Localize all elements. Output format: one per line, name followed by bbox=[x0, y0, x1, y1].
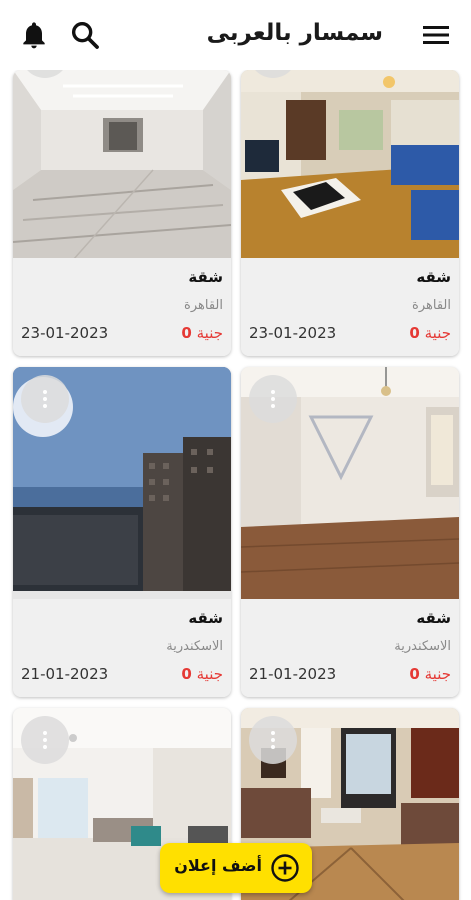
listing-date: 21-01-2023 bbox=[249, 665, 337, 683]
add-listing-label: أضف إعلان bbox=[174, 856, 262, 875]
listing-info: شقه الاسكندرية جنية 0 21-01-2023 bbox=[241, 599, 459, 697]
more-options-button[interactable] bbox=[21, 375, 69, 423]
price-value: 0 bbox=[181, 665, 192, 683]
price-value: 0 bbox=[181, 324, 192, 342]
more-options-button[interactable] bbox=[249, 716, 297, 764]
listing-city: الاسكندرية bbox=[394, 639, 451, 654]
listing-photo bbox=[13, 70, 231, 260]
add-listing-button[interactable]: أضف إعلان bbox=[160, 843, 312, 893]
menu-icon[interactable] bbox=[421, 22, 451, 48]
bell-icon[interactable] bbox=[18, 18, 50, 52]
listing-card[interactable]: شقة القاهرة جنية 0 23-01-2023 bbox=[13, 70, 231, 356]
listing-price: جنية 0 bbox=[409, 324, 451, 342]
currency-label: جنية bbox=[424, 324, 451, 342]
app-title: سمسار بالعربى bbox=[206, 20, 383, 46]
listing-price: جنية 0 bbox=[409, 665, 451, 683]
listing-type: شقة bbox=[188, 268, 223, 286]
listing-info: شقه الاسكندرية جنية 0 21-01-2023 bbox=[13, 599, 231, 697]
more-options-button[interactable] bbox=[249, 375, 297, 423]
currency-label: جنية bbox=[196, 324, 223, 342]
currency-label: جنية bbox=[196, 665, 223, 683]
currency-label: جنية bbox=[424, 665, 451, 683]
add-circle-icon bbox=[271, 854, 299, 882]
listing-type: شقه bbox=[416, 609, 451, 627]
listing-city: القاهرة bbox=[412, 298, 451, 313]
price-value: 0 bbox=[409, 665, 420, 683]
listing-city: الاسكندرية bbox=[166, 639, 223, 654]
listing-card[interactable]: شقه الاسكندرية جنية 0 21-01-2023 bbox=[241, 367, 459, 697]
more-options-button[interactable] bbox=[21, 716, 69, 764]
listing-date: 21-01-2023 bbox=[21, 665, 109, 683]
listing-date: 23-01-2023 bbox=[21, 324, 109, 342]
search-icon[interactable] bbox=[68, 18, 102, 52]
listing-city: القاهرة bbox=[184, 298, 223, 313]
listing-photo bbox=[241, 70, 459, 260]
listing-date: 23-01-2023 bbox=[249, 324, 337, 342]
app-bar: سمسار بالعربى bbox=[0, 0, 471, 70]
listings-grid[interactable]: شقة القاهرة جنية 0 23-01-2023 شقه القاهر… bbox=[0, 70, 471, 900]
listing-card[interactable]: شقه الاسكندرية جنية 0 21-01-2023 bbox=[13, 367, 231, 697]
listing-type: شقه bbox=[188, 609, 223, 627]
listing-price: جنية 0 bbox=[181, 324, 223, 342]
listing-price: جنية 0 bbox=[181, 665, 223, 683]
listing-info: شقة القاهرة جنية 0 23-01-2023 bbox=[13, 258, 231, 356]
price-value: 0 bbox=[409, 324, 420, 342]
listing-info: شقه القاهرة جنية 0 23-01-2023 bbox=[241, 258, 459, 356]
listing-card[interactable]: شقه القاهرة جنية 0 23-01-2023 bbox=[241, 70, 459, 356]
listing-type: شقه bbox=[416, 268, 451, 286]
